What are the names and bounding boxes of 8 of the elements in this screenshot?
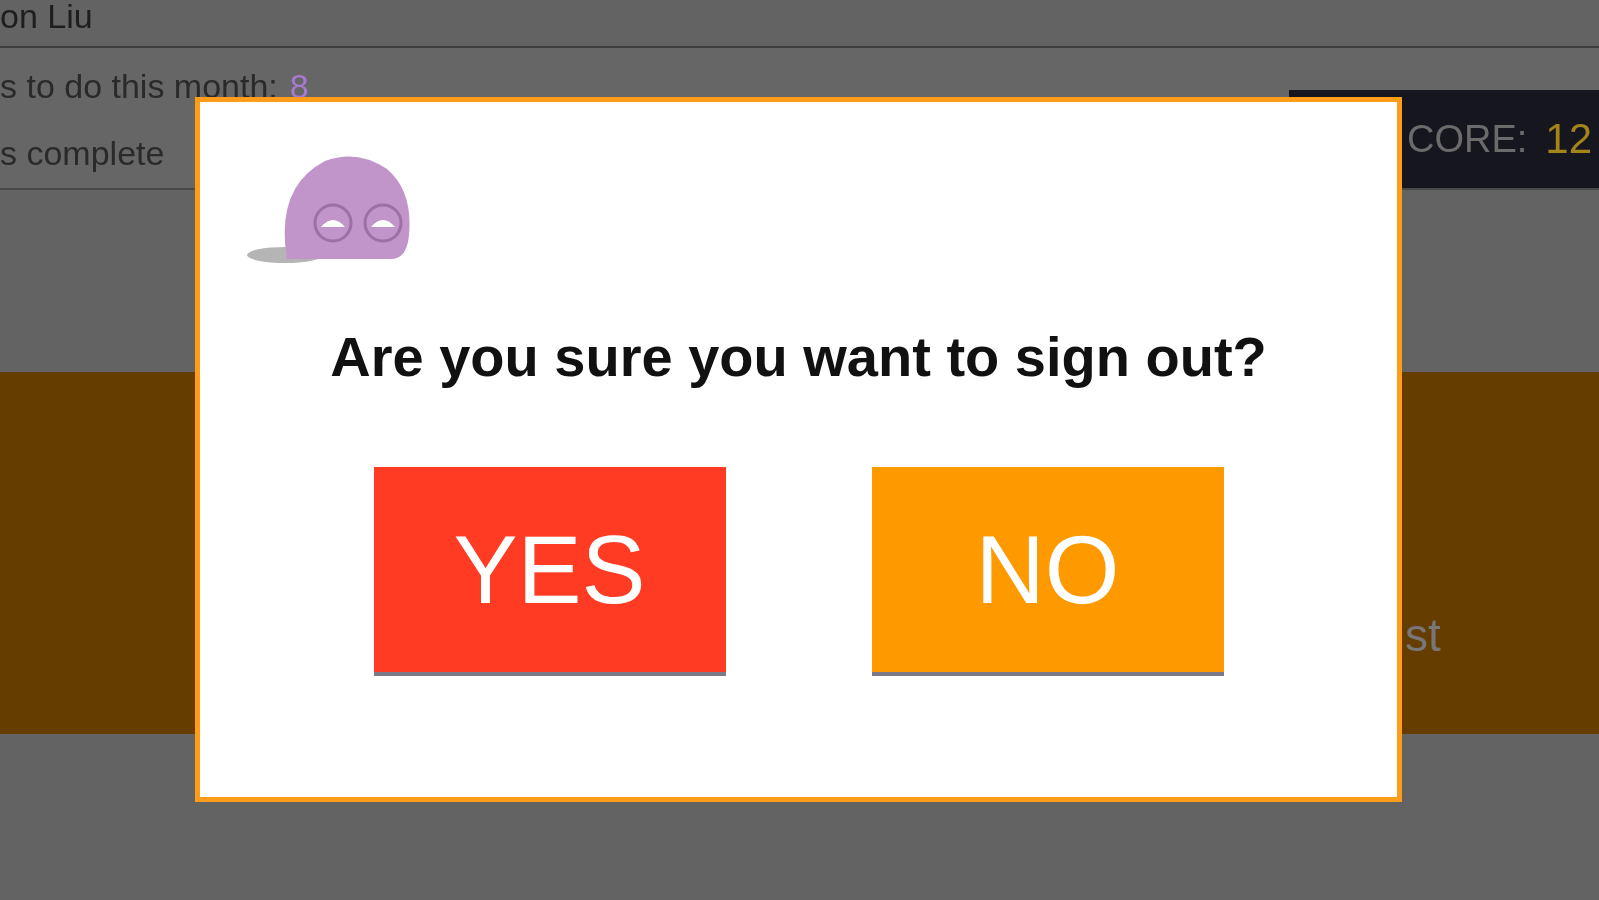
- score-value: 12: [1545, 115, 1593, 163]
- stat-value: 8: [289, 67, 309, 106]
- banner-text: st: [1405, 608, 1441, 662]
- stat-label: s to do this month:: [0, 67, 278, 106]
- user-name: on Liu: [0, 0, 93, 36]
- dialog-message: Are you sure you want to sign out?: [330, 324, 1267, 389]
- stat-label: s complete: [0, 134, 165, 173]
- score-label: CORE:: [1407, 117, 1528, 161]
